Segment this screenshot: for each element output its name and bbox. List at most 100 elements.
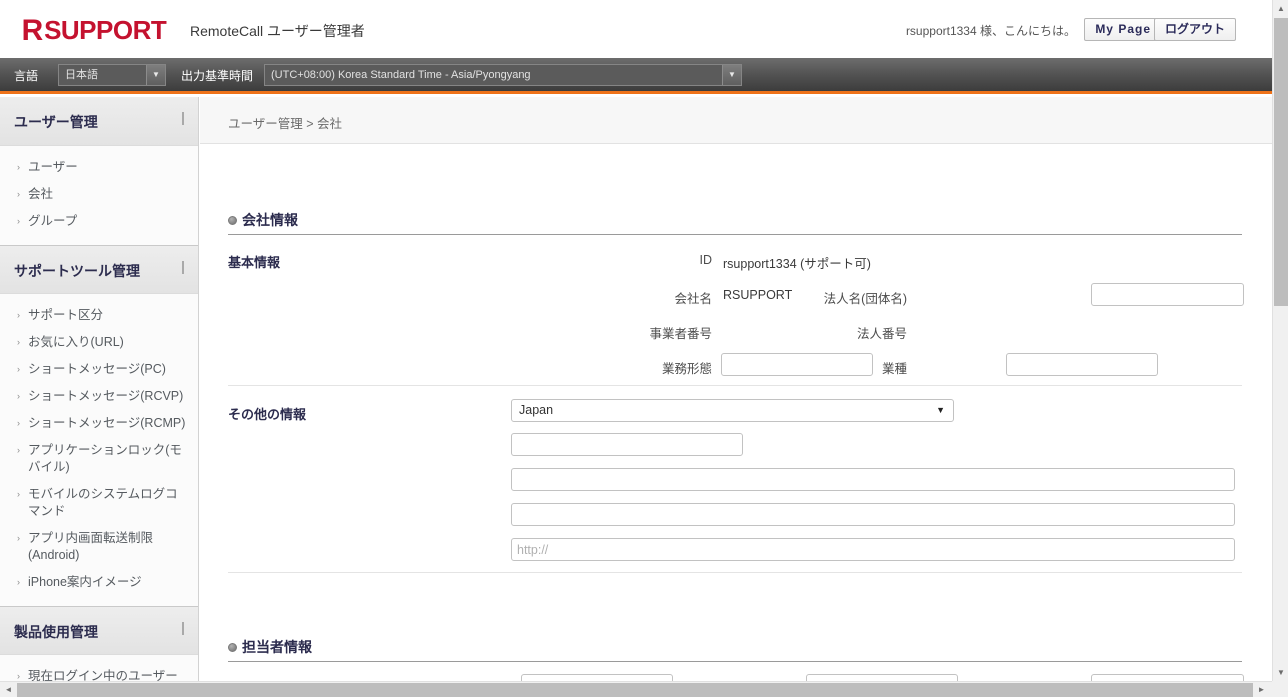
top-header: ЯSUPPORT RemoteCall ユーザー管理者 rsupport1334… [0,0,1272,58]
chevron-right-icon: › [17,310,20,320]
section-bullet-icon [228,216,237,225]
chevron-right-icon: › [17,216,20,226]
language-select[interactable]: 日本語 ▼ [58,64,166,86]
sidebar-item[interactable]: › アプリ内画面転送制限(Android) [0,525,198,569]
industry-input[interactable] [1006,353,1158,376]
country-select-value: Japan [519,403,554,417]
sidebar-item[interactable]: › お気に入り(URL) [0,329,198,356]
sidebar-group-title: 製品使用管理 [14,624,98,640]
chevron-right-icon: › [17,162,20,172]
sidebar-group-marker [182,261,184,274]
field-label-business-number: 事業者番号 [649,327,712,341]
sidebar-group-header: 製品使用管理 [0,606,198,655]
sidebar-item-list: › ユーザー › 会社 › グループ [0,146,198,245]
timezone-select[interactable]: (UTC+08:00) Korea Standard Time - Asia/P… [264,64,742,86]
chevron-right-icon: › [17,445,20,455]
sidebar-item-label: サポート区分 [28,308,104,322]
logo-text: SUPPORT [44,15,167,45]
furigana-input[interactable] [1091,674,1244,681]
language-select-value: 日本語 [65,69,98,81]
field-label-corp-number: 法人番号 [856,327,907,341]
chevron-right-icon: › [17,489,20,499]
sidebar-item[interactable]: › ショートメッセージ(PC) [0,356,198,383]
application-root: ЯSUPPORT RemoteCall ユーザー管理者 rsupport1334… [0,0,1288,697]
vertical-scroll-thumb[interactable] [1274,18,1288,306]
sidebar-item-label: 現在ログイン中のユーザー [28,669,178,681]
sidebar-item-list: › サポート区分 › お気に入り(URL) › ショートメッセージ(PC) › ショートメッセ… [0,294,198,606]
horizontal-scroll-thumb[interactable] [17,683,1253,697]
sidebar-item-label: ショートメッセージ(PC) [28,362,166,376]
chevron-right-icon: › [17,364,20,374]
sidebar-item-label: お気に入り(URL) [28,335,124,349]
section-bullet-icon [228,643,237,652]
chevron-down-icon: ▼ [722,65,741,85]
chevron-right-icon: › [17,391,20,401]
chevron-right-icon: › [17,577,20,587]
chevron-down-icon: ▼ [146,65,165,85]
sidebar-item[interactable]: › 現在ログイン中のユーザー [0,663,198,681]
scrollbar-corner [1272,681,1288,697]
sidebar-item-label: iPhone案内イメージ [28,575,142,589]
section-title-contact-info: 担当者情報 [242,639,312,655]
sidebar-item[interactable]: › サポート区分 [0,302,198,329]
sidebar-item[interactable]: › ショートメッセージ(RCVP) [0,383,198,410]
field-label-business-type: 業務形態 [661,362,712,376]
chevron-right-icon: › [17,337,20,347]
sidebar-item-label: モバイルのシステムログコマンド [28,487,178,518]
timezone-select-value: (UTC+08:00) Korea Standard Time - Asia/P… [271,69,531,81]
timezone-label: 出力基準時間 [181,69,254,83]
address1-input[interactable] [511,468,1235,491]
homepage-input[interactable] [511,538,1235,561]
sidebar-item-label: アプリケーションロック(モバイル) [28,443,182,474]
postal-code-input[interactable] [511,433,743,456]
logout-button[interactable]: ログアウト [1153,18,1236,41]
sidebar-item[interactable]: › モバイルのシステムログコマンド [0,481,198,525]
sidebar-group-title: サポートツール管理 [14,263,140,279]
sidebar-group-title: ユーザー管理 [14,114,98,130]
breadcrumb-text: ユーザー管理 > 会社 [228,117,342,131]
sidebar-group-header: ユーザー管理 [0,97,198,146]
sidebar-item[interactable]: › グループ [0,208,198,235]
settings-bar: 言語 日本語 ▼ 出力基準時間 (UTC+08:00) Korea Standa… [0,58,1272,94]
sidebar-item[interactable]: › 会社 [0,181,198,208]
sidebar-item[interactable]: › アプリケーションロック(モバイル) [0,437,198,481]
main-content: ユーザー管理 > 会社 会社情報 基本情報 ID rsupport1334 (サ… [200,97,1272,681]
divider [228,572,1242,573]
representative-input[interactable] [1091,283,1244,306]
my-page-button[interactable]: My Page [1084,18,1162,41]
first-name-input[interactable] [806,674,958,681]
breadcrumb: ユーザー管理 > 会社 [200,97,1272,144]
chevron-right-icon: › [17,189,20,199]
chevron-down-icon: ▼ [936,405,945,415]
country-select[interactable]: Japan ▼ [511,399,954,422]
horizontal-scrollbar[interactable]: ◄ ► [0,681,1288,697]
sidebar-item[interactable]: › iPhone案内イメージ [0,569,198,596]
user-greeting: rsupport1334 様、こんにちは。 [905,24,1076,38]
sidebar-item[interactable]: › ショートメッセージ(RCMP) [0,410,198,437]
sidebar-item-label: ショートメッセージ(RCMP) [28,416,186,430]
scroll-left-arrow-icon[interactable]: ◄ [0,682,17,697]
chevron-right-icon: › [17,418,20,428]
field-label-corp-name: 法人名(団体名) [823,292,907,306]
divider [228,385,1242,386]
last-name-input[interactable] [521,674,673,681]
address2-input[interactable] [511,503,1235,526]
vertical-scrollbar[interactable]: ▲ ▼ [1272,0,1288,681]
field-label-id: ID [699,253,713,267]
divider [228,234,1242,235]
scroll-right-arrow-icon[interactable]: ► [1253,682,1270,697]
field-value-company-name: RSUPPORT [723,288,793,302]
logo-r-mark: Я [22,14,44,47]
sidebar-navigation: ユーザー管理 › ユーザー › 会社 › グループ サポートツール管理 › サポート区分 › お気に入… [0,97,199,681]
rsupport-logo[interactable]: ЯSUPPORT [22,14,167,48]
sidebar-item-label: 会社 [28,187,54,201]
sidebar-item[interactable]: › ユーザー [0,154,198,181]
sidebar-item-label: アプリ内画面転送制限(Android) [28,531,154,562]
chevron-right-icon: › [17,671,20,681]
sidebar-item-label: グループ [28,214,78,228]
language-label: 言語 [14,69,39,83]
scroll-up-arrow-icon[interactable]: ▲ [1273,0,1288,17]
section-title-company-info: 会社情報 [242,212,298,228]
chevron-right-icon: › [17,533,20,543]
scroll-down-arrow-icon[interactable]: ▼ [1273,664,1288,681]
